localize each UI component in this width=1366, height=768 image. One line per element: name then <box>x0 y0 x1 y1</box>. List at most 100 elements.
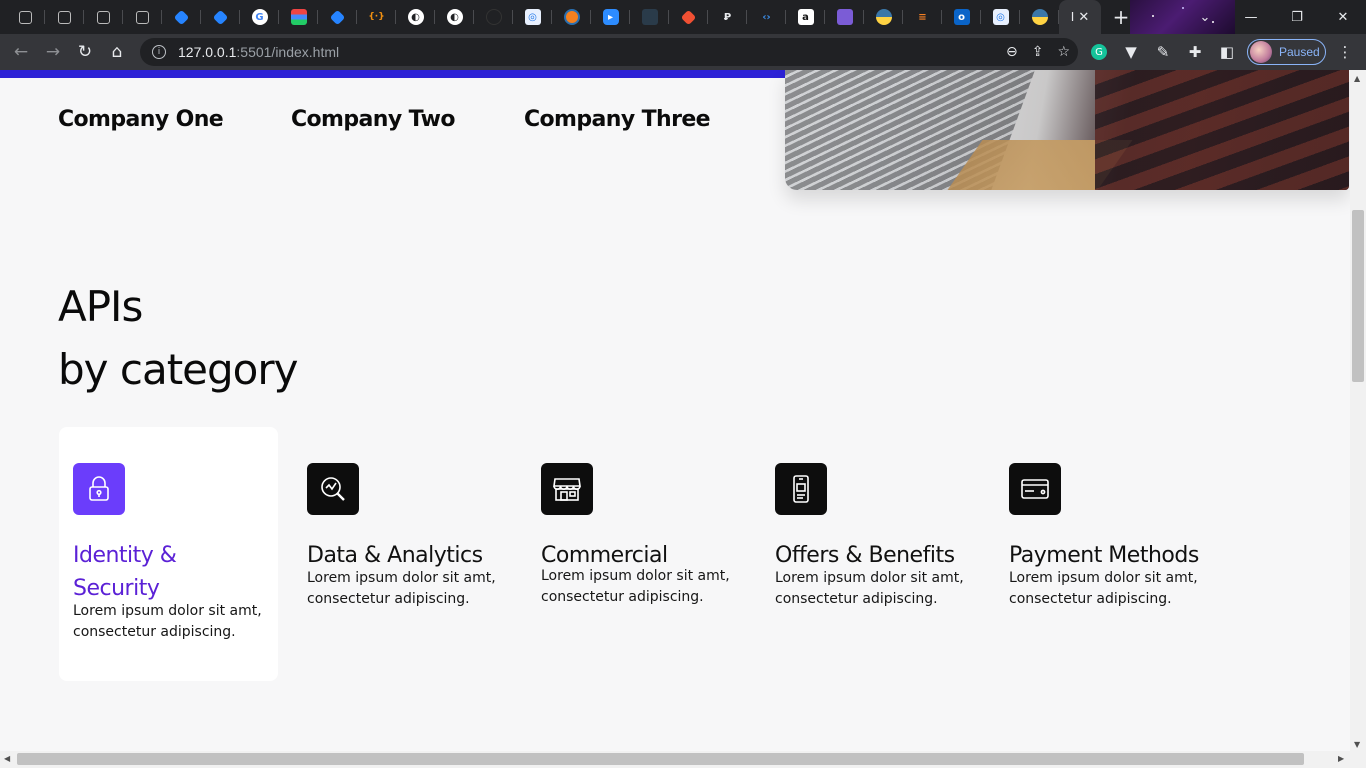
forward-button[interactable]: → <box>37 36 69 68</box>
address-bar[interactable]: i 127.0.0.1:5501/index.html ⊖ ⇪ ☆ <box>140 38 1078 66</box>
close-window-button[interactable]: ✕ <box>1320 0 1366 34</box>
tab[interactable]: ▸ <box>591 0 630 34</box>
share-icon[interactable]: ⇪ <box>1032 44 1044 60</box>
minimize-icon: — <box>1244 9 1258 25</box>
tab[interactable] <box>123 0 162 34</box>
home-button[interactable]: ⌂ <box>101 36 133 68</box>
tab[interactable] <box>1020 0 1059 34</box>
code-icon: ‹› <box>762 11 771 23</box>
company-logos: Company One Company Two Company Three <box>58 107 711 132</box>
company-logo: Company Two <box>291 107 455 132</box>
reload-icon: ↻ <box>77 42 93 62</box>
extensions-menu-button[interactable]: ✚ <box>1184 34 1206 70</box>
active-tab[interactable]: I ✕ <box>1059 0 1101 34</box>
horizontal-scroll-thumb[interactable] <box>17 753 1304 765</box>
close-icon: ✕ <box>1337 9 1349 25</box>
tab[interactable]: ≡ <box>903 0 942 34</box>
category-card-data-analytics[interactable]: Data & Analytics Lorem ipsum dolor sit a… <box>293 427 512 681</box>
python-icon <box>875 9 892 25</box>
heading-line-1: APIs <box>58 282 143 331</box>
section-heading: APIs by category <box>58 275 298 401</box>
card-title: Identity & Security <box>73 543 177 601</box>
tab[interactable]: ◎ <box>981 0 1020 34</box>
category-card-offers-benefits[interactable]: Offers & Benefits Lorem ipsum dolor sit … <box>761 427 980 681</box>
pen-icon: ✎ <box>1156 43 1170 61</box>
zoom-icon[interactable]: ⊖ <box>1006 44 1018 60</box>
address-bar-actions: ⊖ ⇪ ☆ <box>1006 38 1070 66</box>
card-description: Lorem ipsum dolor sit amt, consectetur a… <box>1009 570 1198 607</box>
reload-button[interactable]: ↻ <box>69 36 101 68</box>
p-icon: Ꝑ <box>723 11 732 23</box>
home-icon: ⌂ <box>111 42 123 62</box>
close-icon[interactable]: ✕ <box>1078 10 1089 25</box>
card-description: Lorem ipsum dolor sit amt, consectetur a… <box>541 568 730 605</box>
tab-search-button[interactable]: ⌄ <box>1182 0 1228 34</box>
stack-icon <box>290 9 307 25</box>
side-panel-button[interactable]: ◧ <box>1216 34 1238 70</box>
scroll-right-icon[interactable]: ▶ <box>1338 754 1344 763</box>
tab[interactable] <box>474 0 513 34</box>
url-text: 127.0.0.1:5501/index.html <box>178 44 339 60</box>
json-icon: {·} <box>368 12 385 22</box>
profile-button[interactable]: Paused <box>1247 39 1326 65</box>
square-icon <box>136 10 149 24</box>
category-cards: Identity & Security Lorem ipsum dolor si… <box>59 427 1229 681</box>
tab[interactable]: ◎ <box>513 0 552 34</box>
category-card-payment-methods[interactable]: Payment Methods Lorem ipsum dolor sit am… <box>995 427 1214 681</box>
sweater-graphic <box>1095 70 1349 190</box>
jira-icon <box>329 9 346 25</box>
square-icon <box>19 10 32 24</box>
extension-button[interactable]: ✎ <box>1152 34 1174 70</box>
scroll-up-icon[interactable]: ▲ <box>1354 74 1360 83</box>
scroll-down-icon[interactable]: ▼ <box>1354 740 1360 749</box>
tab[interactable] <box>318 0 357 34</box>
hero-image <box>785 70 1349 190</box>
minimize-button[interactable]: — <box>1228 0 1274 34</box>
back-button[interactable]: ← <box>5 36 37 68</box>
tab[interactable] <box>825 0 864 34</box>
category-card-commercial[interactable]: Commercial Lorem ipsum dolor sit amt, co… <box>527 427 746 681</box>
git-icon <box>680 9 697 25</box>
outlook-icon: o <box>953 9 970 25</box>
tab[interactable] <box>201 0 240 34</box>
tab[interactable] <box>45 0 84 34</box>
jira-icon <box>173 9 190 25</box>
tab[interactable]: Ꝑ <box>708 0 747 34</box>
tab[interactable]: ◐ <box>435 0 474 34</box>
tab[interactable] <box>630 0 669 34</box>
card-description: Lorem ipsum dolor sit amt, consectetur a… <box>775 570 964 607</box>
tab[interactable] <box>669 0 708 34</box>
arrow-left-icon: ← <box>13 42 29 62</box>
info-icon[interactable]: i <box>152 45 166 59</box>
tab[interactable] <box>279 0 318 34</box>
square-icon <box>58 10 71 24</box>
vertical-scrollbar[interactable]: ▲ ▼ <box>1350 70 1366 751</box>
tab[interactable]: a <box>786 0 825 34</box>
camera-icon: ◎ <box>992 9 1009 25</box>
python-icon <box>1031 9 1048 25</box>
vertical-scroll-thumb[interactable] <box>1352 210 1364 382</box>
credit-card-icon <box>1009 463 1061 515</box>
tab[interactable]: ‹› <box>747 0 786 34</box>
filter-icon: ▼ <box>1125 43 1137 61</box>
browser-menu-button[interactable]: ⋮ <box>1334 34 1356 70</box>
jira-icon <box>212 9 229 25</box>
tab[interactable]: ◐ <box>396 0 435 34</box>
restore-button[interactable]: ❐ <box>1274 0 1320 34</box>
url-path: :5501/index.html <box>236 44 340 60</box>
category-card-identity-security[interactable]: Identity & Security Lorem ipsum dolor si… <box>59 427 278 681</box>
tab[interactable] <box>84 0 123 34</box>
tab[interactable] <box>6 0 45 34</box>
tab[interactable]: G <box>240 0 279 34</box>
card-description: Lorem ipsum dolor sit amt, consectetur a… <box>307 570 496 607</box>
tab[interactable] <box>864 0 903 34</box>
tab[interactable]: o <box>942 0 981 34</box>
grammarly-extension[interactable]: G <box>1088 34 1110 70</box>
extension-button[interactable]: ▼ <box>1120 34 1142 70</box>
bookmark-star-icon[interactable]: ☆ <box>1057 44 1070 60</box>
tab[interactable] <box>162 0 201 34</box>
scroll-left-icon[interactable]: ◀ <box>4 754 10 763</box>
tab[interactable] <box>552 0 591 34</box>
horizontal-scrollbar[interactable]: ◀ ▶ <box>0 751 1366 768</box>
tab[interactable]: {·} <box>357 0 396 34</box>
